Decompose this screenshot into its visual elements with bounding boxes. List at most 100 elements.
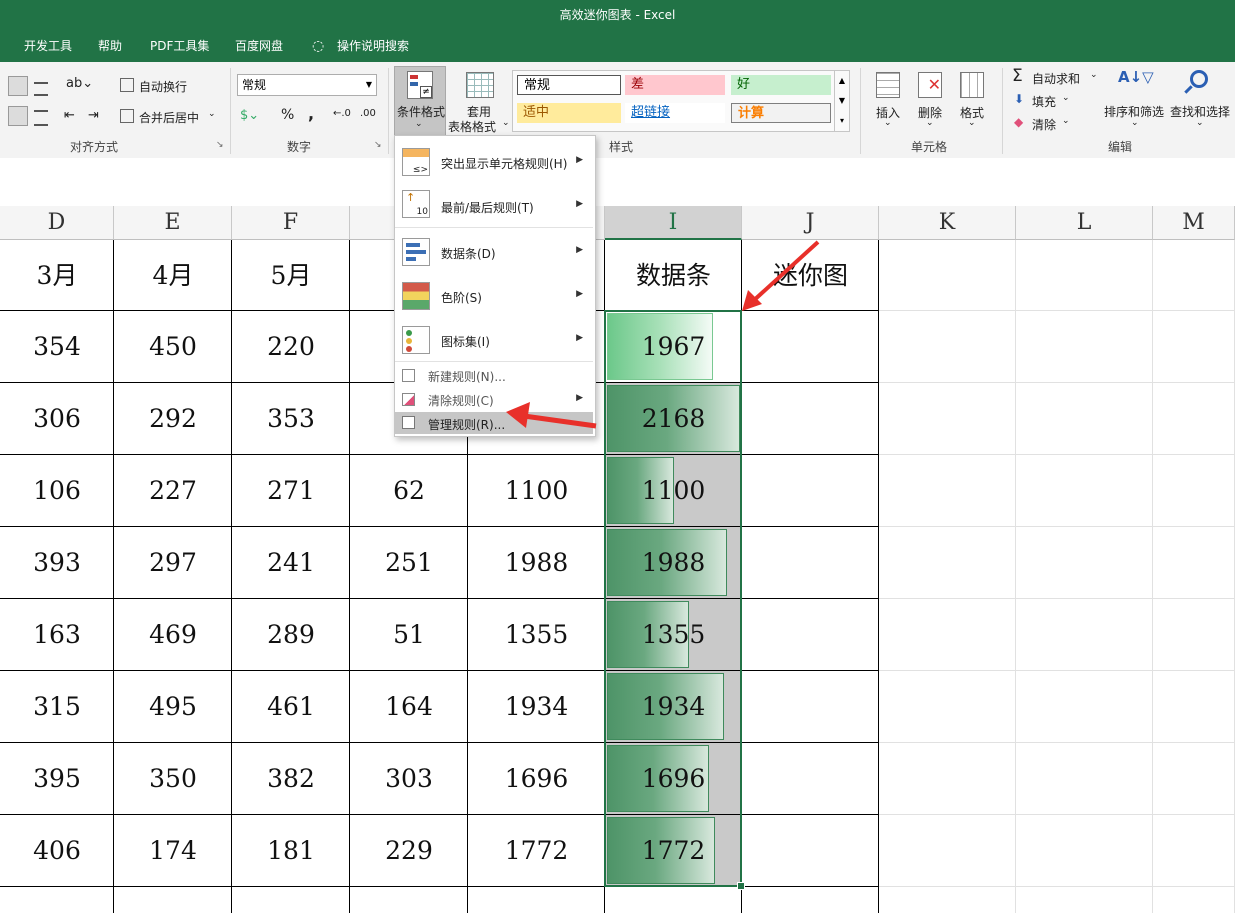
column-header-l[interactable]: L [1016,206,1153,240]
orientation-icon[interactable]: ab⌄ [66,76,93,91]
header-cell-j[interactable]: 迷你图 [742,240,879,311]
tell-me-search[interactable]: 操作说明搜索 [337,30,409,62]
align-middle-icon[interactable] [34,82,48,96]
style-hyperlink[interactable]: 超链接 [625,103,725,123]
cell-h[interactable]: 1100 [468,455,605,527]
align-right-icon[interactable] [34,110,48,126]
menu-icon-sets[interactable]: 图标集(I) ▶ [395,318,593,362]
column-header-e[interactable]: E [114,206,232,240]
menu-developer[interactable]: 开发工具 [24,30,72,62]
column-header-i[interactable]: I [605,206,742,240]
menu-highlight-rules[interactable]: ≤> 突出显示单元格规则(H) ▶ [395,140,593,184]
chevron-down-icon[interactable]: ⌄ [502,118,510,128]
cell-h[interactable]: 1355 [468,599,605,671]
cell-g[interactable]: 229 [350,815,468,887]
chevron-down-icon[interactable]: ⌄ [1090,70,1098,80]
chevron-down-icon[interactable]: ⌄ [968,118,976,128]
align-left-icon[interactable] [8,76,28,96]
increase-decimal-icon[interactable]: ←.0 [333,108,351,119]
conditional-format-button[interactable]: ≠ 条件格式 ⌄ [394,66,446,136]
cell-f[interactable]: 461 [232,671,350,743]
chevron-down-icon[interactable]: ⌄ [208,109,216,119]
header-cell-i[interactable]: 数据条 [605,240,742,311]
style-normal[interactable]: 常规 [517,75,621,95]
cell-f[interactable]: 289 [232,599,350,671]
gallery-scroll[interactable]: ▲ ▼ ▾ [834,71,849,131]
cell-g[interactable]: 51 [350,599,468,671]
menu-help[interactable]: 帮助 [98,30,122,62]
cell-e[interactable]: 495 [114,671,232,743]
menu-new-rule[interactable]: 新建规则(N)... [395,364,593,388]
header-cell-e[interactable]: 4月 [114,240,232,311]
menu-manage-rules[interactable]: 管理规则(R)... [395,412,593,434]
chevron-down-icon[interactable]: ⌄ [1131,118,1139,128]
cell-g[interactable]: 303 [350,743,468,815]
cell-f[interactable]: 353 [232,383,350,455]
cell-e[interactable]: 297 [114,527,232,599]
cell-d[interactable]: 395 [0,743,114,815]
indent-increase-icon[interactable]: ⇥ [88,108,99,123]
menu-color-scales[interactable]: 色阶(S) ▶ [395,274,593,318]
percent-button[interactable]: % [281,107,294,123]
cell-d[interactable]: 163 [0,599,114,671]
cell-d[interactable]: 306 [0,383,114,455]
menu-baidu-netdisk[interactable]: 百度网盘 [235,30,283,62]
cell-e[interactable]: 450 [114,311,232,383]
cell-e[interactable]: 227 [114,455,232,527]
align-center-icon[interactable] [8,106,28,126]
cell-f[interactable]: 241 [232,527,350,599]
autosum-button[interactable]: 自动求和 [1032,70,1080,87]
style-calculation[interactable]: 计算 [731,103,831,123]
style-bad[interactable]: 差 [625,75,725,95]
cell-d[interactable]: 354 [0,311,114,383]
column-header-f[interactable]: F [232,206,350,240]
chevron-down-icon[interactable]: ⌄ [884,118,892,128]
merge-center-button[interactable]: 合并后居中 [139,109,199,126]
menu-top-bottom-rules[interactable]: ↑ 10 最前/最后规则(T) ▶ [395,184,593,228]
cell-h[interactable]: 1696 [468,743,605,815]
currency-icon[interactable]: $⌄ [240,108,259,123]
wrap-text-button[interactable]: 自动换行 [139,78,187,95]
menu-clear-rules[interactable]: 清除规则(C) ▶ [395,388,593,412]
cell-e[interactable]: 469 [114,599,232,671]
chevron-down-icon[interactable]: ⌄ [1062,116,1070,126]
cell-f[interactable]: 271 [232,455,350,527]
formula-bar[interactable] [0,158,1235,195]
cell-e[interactable]: 174 [114,815,232,887]
cell-h[interactable]: 1772 [468,815,605,887]
cell-d[interactable]: 393 [0,527,114,599]
cell-h[interactable]: 1934 [468,671,605,743]
column-header-j[interactable]: J [742,206,879,240]
comma-button[interactable]: , [308,104,314,123]
cell-d[interactable]: 406 [0,815,114,887]
header-cell-d[interactable]: 3月 [0,240,114,311]
number-format-select[interactable]: 常规 ▼ [237,74,377,96]
menu-pdf-tools[interactable]: PDF工具集 [150,30,209,62]
indent-decrease-icon[interactable]: ⇤ [64,108,75,123]
cell-g[interactable]: 251 [350,527,468,599]
cell-g[interactable]: 62 [350,455,468,527]
cell-f[interactable]: 382 [232,743,350,815]
fill-button[interactable]: 填充 [1032,93,1056,110]
menu-data-bars[interactable]: 数据条(D) ▶ [395,230,593,274]
chevron-down-icon[interactable]: ⌄ [926,118,934,128]
style-good[interactable]: 好 [731,75,831,95]
dialog-launcher-icon[interactable]: ↘ [374,140,382,150]
fill-handle[interactable] [737,882,745,890]
column-header-k[interactable]: K [879,206,1016,240]
cell-f[interactable]: 220 [232,311,350,383]
cell-h[interactable]: 1988 [468,527,605,599]
cell-g[interactable]: 164 [350,671,468,743]
style-neutral[interactable]: 适中 [517,103,621,123]
cell-e[interactable]: 292 [114,383,232,455]
column-header-d[interactable]: D [0,206,114,240]
clear-button[interactable]: 清除 [1032,116,1056,133]
cell-d[interactable]: 315 [0,671,114,743]
column-header-m[interactable]: M [1153,206,1235,240]
chevron-down-icon[interactable]: ⌄ [1062,93,1070,103]
dialog-launcher-icon[interactable]: ↘ [216,140,224,150]
cell-f[interactable]: 181 [232,815,350,887]
header-cell-f[interactable]: 5月 [232,240,350,311]
decrease-decimal-icon[interactable]: .00 [360,108,376,119]
cell-d[interactable]: 106 [0,455,114,527]
